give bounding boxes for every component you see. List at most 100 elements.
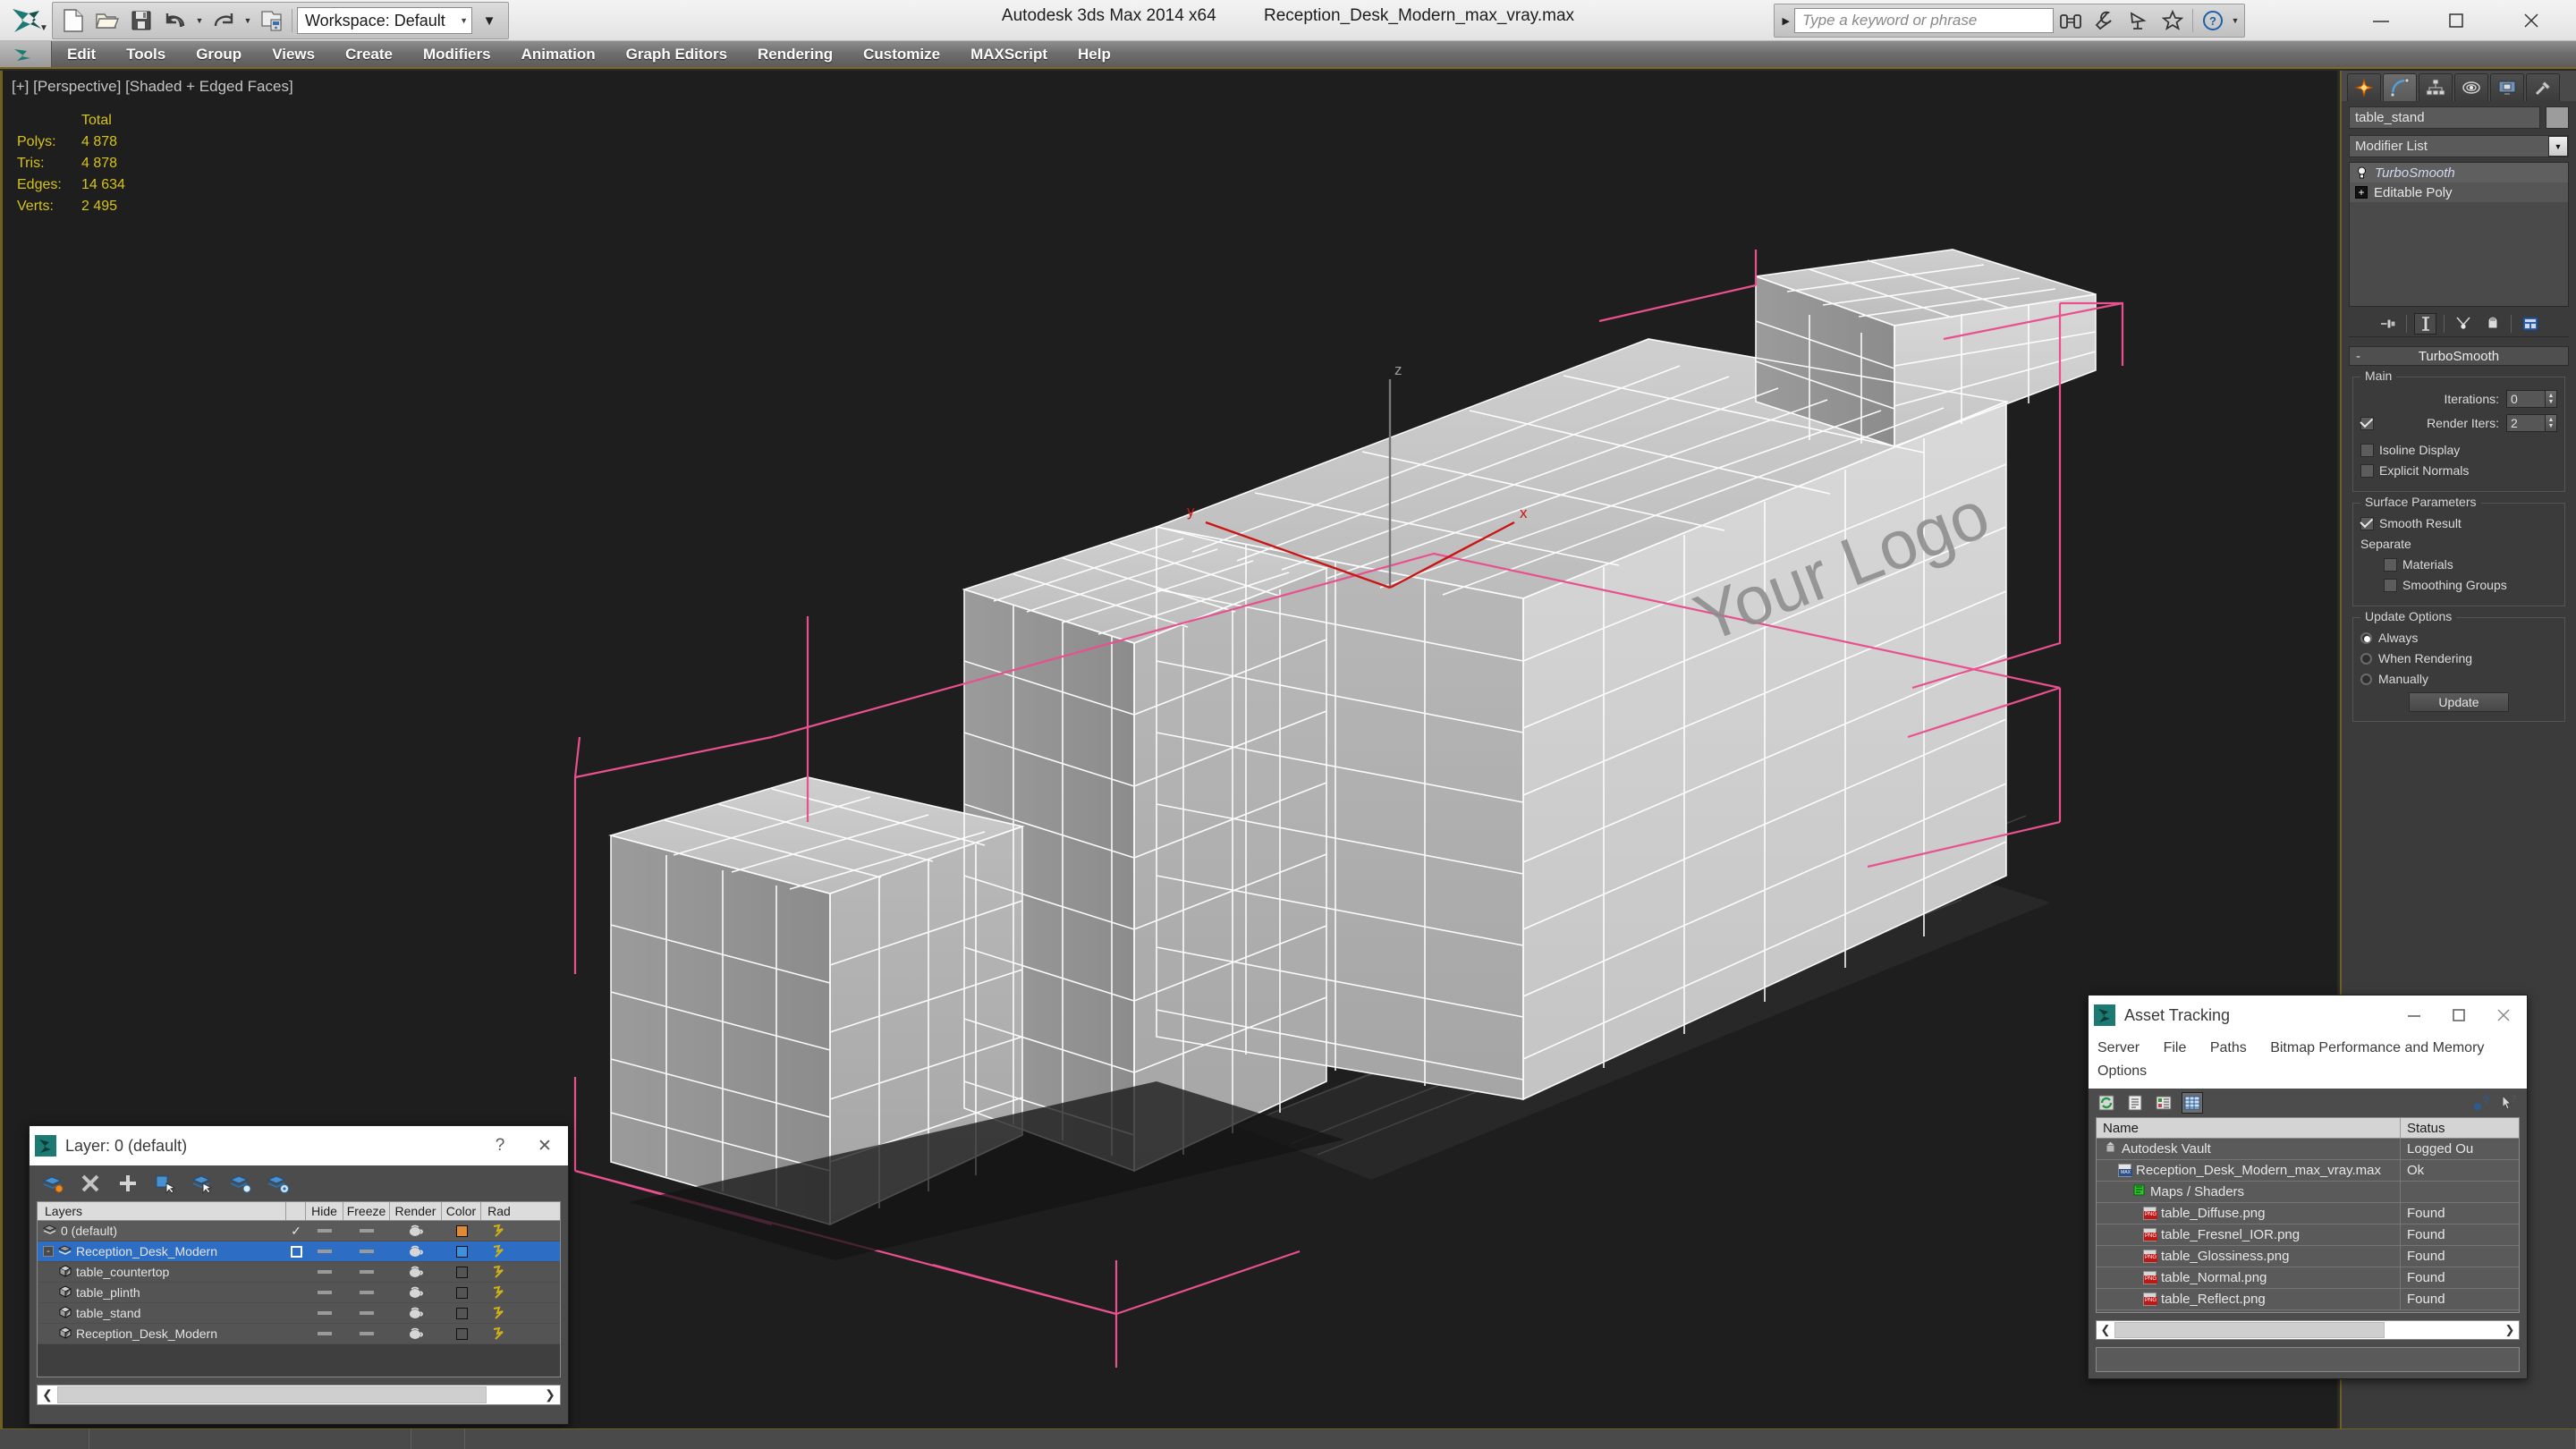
menu-logo-icon[interactable] [0,41,52,67]
modifier-list-dropdown[interactable]: Modifier List ▼ [2349,135,2569,157]
asset-minimize-button[interactable] [2396,997,2432,1033]
asset-list-horizontal-scrollbar[interactable]: ❮ ❯ [2096,1320,2520,1340]
list-view-icon[interactable] [2124,1092,2146,1114]
object-render-toggle[interactable] [390,1307,442,1319]
select-objects-in-layer-icon[interactable] [153,1171,178,1196]
undo-button[interactable] [160,5,191,36]
undo-dropdown-icon[interactable]: ▼ [194,7,205,34]
layer-column-freeze[interactable]: Freeze [343,1202,390,1220]
object-radiosity-cell[interactable] [481,1285,517,1300]
modifier-list-chevron-down-icon[interactable]: ▼ [2548,136,2568,157]
configure-modifier-sets-icon[interactable] [2519,313,2541,335]
object-hide-toggle[interactable] [306,1311,343,1315]
object-color-swatch[interactable] [2546,106,2569,129]
table-row[interactable]: table_Glossiness.png Found [2097,1245,2519,1267]
add-selection-to-layer-icon[interactable] [115,1171,140,1196]
help-dropdown-icon[interactable]: ▼ [2230,7,2241,34]
asset-scroll-left-icon[interactable]: ❮ [2097,1323,2114,1337]
table-row[interactable]: - Reception_Desk_Modern [38,1241,560,1262]
asset-tracking-dialog[interactable]: Asset Tracking Server File Paths Bitmap … [2088,995,2528,1379]
asset-menu-paths[interactable]: Paths [2210,1040,2247,1055]
app-logo-caret-icon[interactable]: ▼ [39,23,48,33]
object-freeze-toggle[interactable] [343,1270,390,1274]
smooth-result-checkbox[interactable] [2360,516,2374,530]
status-cell-3[interactable] [411,1428,465,1449]
object-freeze-toggle[interactable] [343,1291,390,1294]
refresh-icon[interactable] [2096,1092,2117,1114]
minimize-button[interactable] [2343,0,2419,41]
object-hide-toggle[interactable] [306,1270,343,1274]
table-row[interactable]: Autodesk Vault Logged Ou [2097,1139,2519,1160]
modifier-stack-item-editable-poly[interactable]: + Editable Poly [2350,182,2568,202]
layer-list[interactable]: 0 (default) ✓ - Reception_Desk_Modern ta… [37,1221,561,1377]
maximize-button[interactable] [2419,0,2494,41]
menu-item-animation[interactable]: Animation [506,40,611,68]
menu-item-graph-editors[interactable]: Graph Editors [611,40,742,68]
create-tab[interactable] [2347,73,2381,101]
table-row[interactable]: table_Fresnel_IOR.png Found [2097,1224,2519,1246]
layer-list-horizontal-scrollbar[interactable]: ❮ ❯ [37,1385,561,1405]
materials-checkbox[interactable] [2384,557,2397,572]
asset-close-button[interactable] [2486,997,2521,1033]
smoothing-groups-checkbox[interactable] [2384,578,2397,592]
asset-column-name[interactable]: Name [2097,1118,2401,1138]
object-hide-toggle[interactable] [306,1291,343,1294]
grid-view-icon[interactable] [2182,1092,2203,1114]
object-color-swatch[interactable] [442,1286,481,1299]
object-name-field[interactable]: table_stand [2349,106,2540,129]
turbosmooth-rollout-header[interactable]: - TurboSmooth [2349,346,2569,366]
show-end-result-icon[interactable] [2414,312,2436,335]
layer-hide-toggle[interactable] [306,1229,343,1233]
utilities-tab[interactable] [2526,73,2560,101]
search-expand-icon[interactable]: ▶ [1778,15,1794,27]
help-pointer-icon[interactable]: ? [2498,1092,2520,1114]
asset-menu-file[interactable]: File [2164,1040,2187,1055]
pin-stack-icon[interactable] [2377,313,2399,335]
motion-tab[interactable] [2454,73,2488,101]
asset-scroll-right-icon[interactable]: ❯ [2501,1323,2519,1337]
layer-color-swatch[interactable] [442,1224,481,1237]
modifier-stack[interactable]: TurboSmooth + Editable Poly [2349,162,2569,307]
object-radiosity-cell[interactable] [481,1306,517,1320]
table-row[interactable]: table_Diffuse.png Found [2097,1202,2519,1224]
update-button[interactable]: Update [2409,692,2509,712]
table-row[interactable]: table_countertop [38,1262,560,1283]
viewport-label[interactable]: [+] [Perspective] [Shaded + Edged Faces] [12,78,293,96]
menu-item-create[interactable]: Create [330,40,408,68]
layer-column-rad[interactable]: Rad [481,1202,517,1220]
asset-menu-bitmap-performance[interactable]: Bitmap Performance and Memory [2270,1040,2484,1055]
search-input[interactable]: Type a keyword or phrase [1794,8,2054,33]
object-render-toggle[interactable] [390,1327,442,1340]
object-radiosity-cell[interactable] [481,1326,517,1341]
status-cell-4[interactable] [465,1428,2576,1449]
scroll-right-icon[interactable]: ❯ [540,1387,560,1402]
layer-column-hide[interactable]: Hide [306,1202,343,1220]
menu-item-modifiers[interactable]: Modifiers [408,40,506,68]
new-file-button[interactable] [58,5,89,36]
layer-hide-toggle[interactable] [306,1250,343,1253]
redo-button[interactable] [208,5,239,36]
explicit-normals-checkbox[interactable] [2360,463,2374,478]
table-row[interactable]: table_stand [38,1303,560,1324]
workspace-chevron-down-icon[interactable]: ▼ [451,16,468,25]
scrollbar-thumb[interactable] [57,1386,487,1403]
layer-freeze-toggle[interactable] [343,1250,390,1253]
object-hide-toggle[interactable] [306,1332,343,1335]
display-tab[interactable] [2490,73,2524,101]
modify-tab[interactable] [2383,73,2417,101]
object-radiosity-cell[interactable] [481,1265,517,1279]
asset-menu-server[interactable]: Server [2097,1040,2140,1055]
asset-list[interactable]: Autodesk Vault Logged Ou Reception_Desk_… [2096,1139,2520,1313]
menu-item-customize[interactable]: Customize [848,40,955,68]
layer-properties-icon[interactable] [266,1171,291,1196]
remove-modifier-icon[interactable] [2481,313,2504,335]
menu-item-rendering[interactable]: Rendering [742,40,848,68]
render-iters-spinner[interactable]: ▲ ▼ [2546,414,2557,432]
status-cell-2[interactable] [89,1428,411,1449]
expand-plus-icon[interactable]: + [2355,186,2368,199]
project-folder-button[interactable] [257,5,287,36]
status-cell-1[interactable] [0,1428,89,1449]
object-color-swatch[interactable] [442,1327,481,1340]
table-row[interactable]: Reception_Desk_Modern [38,1324,560,1344]
menu-item-edit[interactable]: Edit [52,40,111,68]
